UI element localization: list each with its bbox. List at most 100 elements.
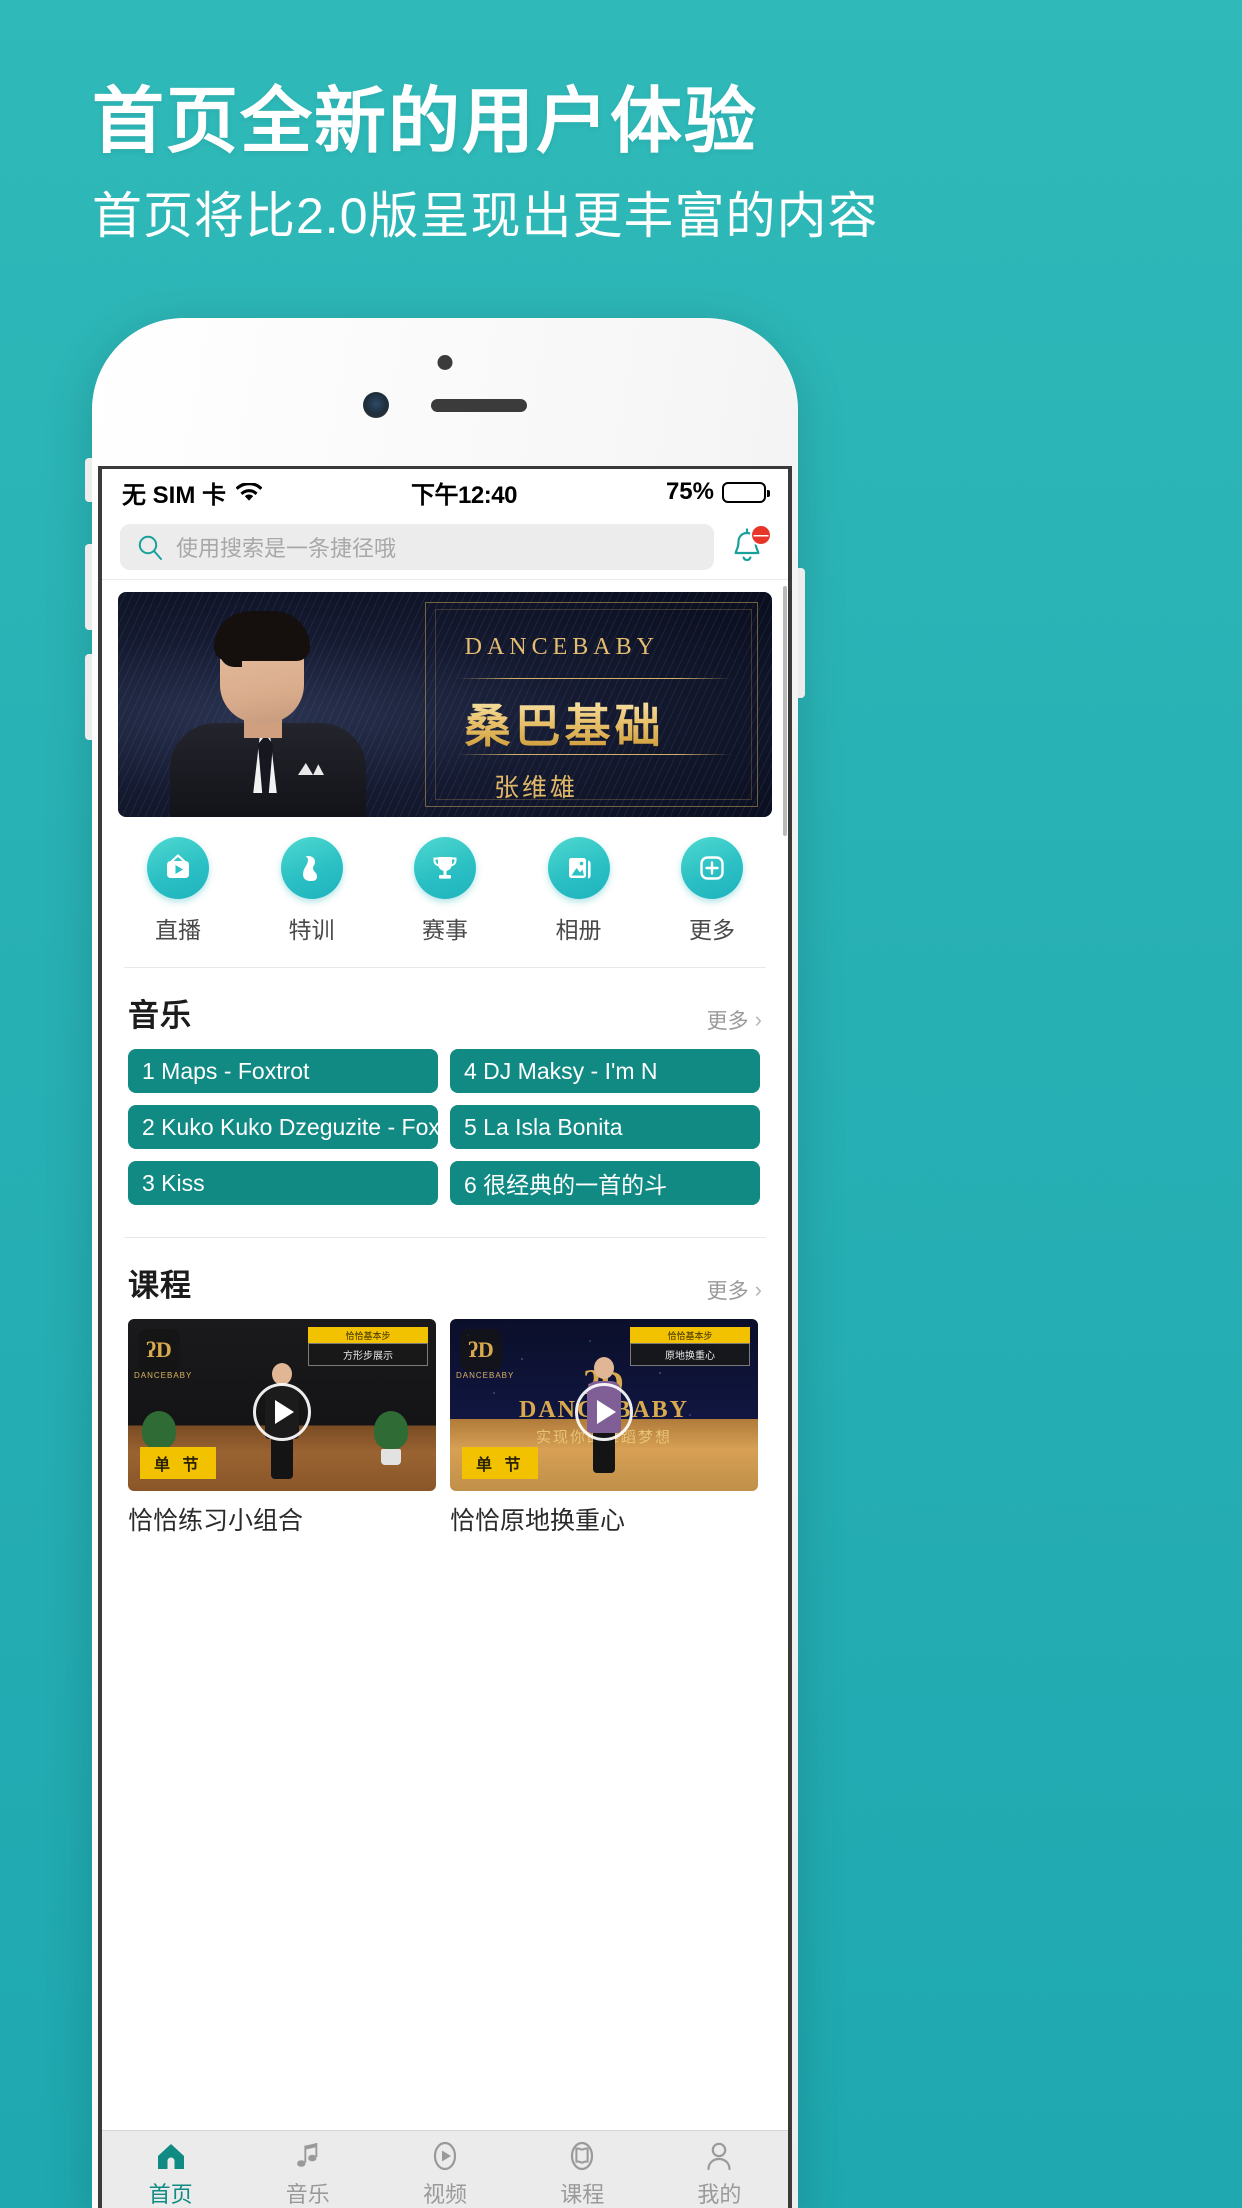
banner-brand-label: DANCEBABY [464,634,659,660]
course-badge: 单 节 [140,1447,217,1479]
tab-video[interactable]: 视频 [376,2140,513,2208]
course-thumbnail[interactable]: ʔD DANCEBABY 恰恰基本步 方形步展示 单 节 [128,1319,436,1491]
tab-home[interactable]: 首页 [102,2140,239,2208]
tab-label: 课程 [560,2182,605,2207]
course-list-container[interactable]: ʔD DANCEBABY 恰恰基本步 方形步展示 单 节 恰恰练习小组合 ʔD … [102,1319,788,1537]
front-camera-icon [363,392,389,418]
quick-actions-row: 直播 特训 赛事 相册 更多 [102,817,788,957]
quick-action-label: 特训 [288,917,335,943]
home-icon [157,2144,184,2169]
banner-rule-bottom [458,754,732,755]
watermark-logo-icon: ʔD [460,1329,502,1371]
muscle-training-icon [280,837,343,899]
quick-action-more[interactable]: 更多 [664,837,760,945]
quick-action-label: 直播 [155,917,201,943]
user-icon [707,2142,732,2171]
earpiece-speaker [431,398,527,412]
hero-banner-container: DANCEBABY 桑巴基础 张维雄 [102,580,788,817]
tab-profile[interactable]: 我的 [651,2140,788,2208]
watermark-label: DANCEBABY [134,1371,193,1380]
course-tag-sub: 方形步展示 [308,1343,428,1366]
watermark-label: DANCEBABY [456,1371,515,1380]
tab-course[interactable]: 课程 [514,2140,651,2208]
tab-label: 视频 [423,2182,468,2207]
banner-rule-top [458,678,732,679]
volume-down-button[interactable] [85,654,92,740]
hero-banner[interactable]: DANCEBABY 桑巴基础 张维雄 [118,592,772,817]
page-subtitle: 首页将比2.0版呈现出更丰富的内容 [92,187,879,244]
proximity-sensor-icon [437,355,453,370]
volume-up-button[interactable] [85,544,92,630]
home-scroll-area[interactable]: DANCEBABY 桑巴基础 张维雄 直播 特训 赛事 相册 更多 音乐 更多 … [102,579,788,2130]
course-card[interactable]: ʔD DANCEBABY 恰恰基本步 方形步展示 单 节 恰恰练习小组合 [128,1319,436,1537]
course-thumbnail[interactable]: ʔD DANCEBABY 实现你的舞蹈梦想 ʔD DANCEBABY [450,1319,758,1491]
tv-live-icon [147,837,209,899]
course-tag-top: 恰恰基本步 [308,1327,428,1344]
course-more-button[interactable]: 更多 › [707,1275,762,1305]
clock-label: 下午12:40 [411,481,517,509]
music-item[interactable]: 6 很经典的一首的斗 [450,1161,760,1205]
decor-plant [374,1411,408,1465]
quick-action-label: 相册 [555,917,602,943]
music-item[interactable]: 2 Kuko Kuko Dzeguzite - Foxtrot [128,1105,438,1149]
music-section-title: 音乐 [128,998,192,1033]
page-title: 首页全新的用户体验 [92,79,759,163]
course-more-label: 更多 [706,1280,749,1303]
play-button[interactable] [253,1382,311,1441]
course-card[interactable]: ʔD DANCEBABY 实现你的舞蹈梦想 ʔD DANCEBABY [450,1319,758,1537]
wifi-icon [236,482,263,501]
music-more-button[interactable]: 更多 › [707,1005,762,1035]
music-item[interactable]: 3 Kiss [128,1161,438,1205]
battery-percent-label: 75% [665,478,714,505]
trophy-icon [414,837,476,899]
bottom-tab-bar: 首页 音乐 视频 课程 我的 [102,2130,788,2208]
music-item[interactable]: 1 Maps - Foxtrot [128,1049,438,1093]
chevron-right-icon: › [754,1277,762,1302]
app-screen: 无 SIM 卡 下午12:40 75% 使用搜索是一条捷径哦 — DANCEBA… [98,466,792,2208]
music-section-header: 音乐 更多 › [102,968,788,1049]
photo-album-icon [547,837,610,899]
quick-action-training[interactable]: 特训 [264,837,360,945]
video-play-icon [433,2141,457,2171]
course-title: 恰恰原地换重心 [450,1507,626,1535]
quick-action-album[interactable]: 相册 [531,837,627,945]
music-item[interactable]: 5 La Isla Bonita [450,1105,760,1149]
plus-icon [681,837,743,899]
phone-notch [92,392,798,418]
quick-action-live[interactable]: 直播 [130,837,226,945]
notification-button[interactable]: — [728,524,772,570]
status-bar: 无 SIM 卡 下午12:40 75% [102,469,788,515]
music-list-container[interactable]: 1 Maps - Foxtrot 2 Kuko Kuko Dzeguzite -… [102,1049,788,1215]
course-badge: 单 节 [462,1447,539,1479]
banner-author: 张维雄 [494,774,579,802]
music-item[interactable]: 4 DJ Maksy - I'm N [450,1049,760,1093]
promo-header: 首页全新的用户体验 首页将比2.0版呈现出更丰富的内容 [0,0,1242,246]
search-row: 使用搜索是一条捷径哦 — [102,515,788,579]
tab-music[interactable]: 音乐 [239,2140,376,2208]
play-button[interactable] [575,1382,633,1441]
status-right: 75% [665,478,770,506]
carrier-label: 无 SIM 卡 [122,481,227,509]
status-left: 无 SIM 卡 [122,475,263,510]
music-more-label: 更多 [706,1010,749,1033]
course-tag-top: 恰恰基本步 [630,1327,750,1344]
music-grid: 1 Maps - Foxtrot 2 Kuko Kuko Dzeguzite -… [128,1049,788,1205]
course-row: ʔD DANCEBABY 恰恰基本步 方形步展示 单 节 恰恰练习小组合 ʔD … [128,1319,788,1537]
phone-mockup: 无 SIM 卡 下午12:40 75% 使用搜索是一条捷径哦 — DANCEBA… [85,318,805,2208]
banner-title: 桑巴基础 [465,690,665,756]
instructor-photo [148,605,398,817]
mute-switch[interactable] [85,458,92,502]
quick-action-label: 赛事 [422,917,468,943]
chevron-right-icon: › [754,1007,762,1032]
tab-label: 音乐 [285,2182,330,2207]
quick-action-competition[interactable]: 赛事 [397,837,493,945]
notification-badge: — [750,524,772,546]
power-button[interactable] [798,568,805,698]
course-section-header: 课程 更多 › [102,1238,788,1319]
book-icon [571,2141,594,2171]
search-input[interactable]: 使用搜索是一条捷径哦 [120,524,714,570]
tab-label: 首页 [148,2182,193,2207]
course-title: 恰恰练习小组合 [128,1507,304,1535]
scrollbar[interactable] [783,586,787,836]
search-placeholder: 使用搜索是一条捷径哦 [176,536,397,561]
